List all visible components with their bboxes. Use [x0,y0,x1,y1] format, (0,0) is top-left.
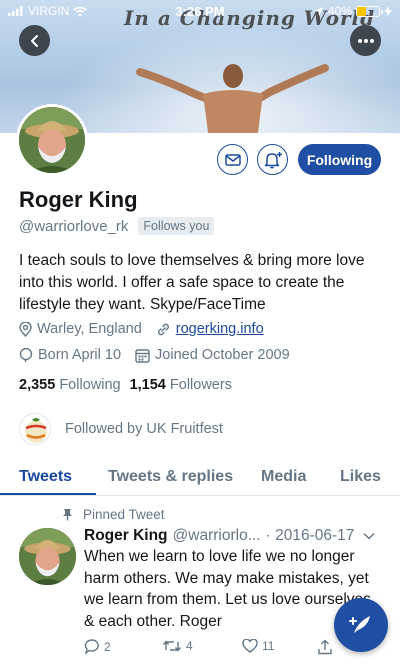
retweet-count: 4 [186,639,193,653]
profile-handle: @warriorlove_rk [19,217,129,235]
tab-tweets[interactable]: Tweets [19,468,72,486]
battery-icon [356,5,383,17]
followers-count: 1,154 [129,377,166,393]
tab-media[interactable]: Media [261,468,306,486]
profile-bio: I teach souls to love themselves & bring… [19,252,365,313]
like-count: 11 [262,639,275,653]
like-button[interactable]: 11 [242,639,274,653]
tab-likes[interactable]: Likes [340,468,381,486]
tweet-avatar[interactable] [19,528,76,585]
envelope-icon [224,153,241,166]
chevron-down-icon[interactable] [363,532,375,540]
following-count-link[interactable]: 2,355 Following [19,377,121,393]
clock: 3:26 PM [175,3,225,19]
followed-by-row[interactable]: Followed by UK Fruitfest [19,413,223,445]
following-count: 2,355 [19,377,56,393]
more-button[interactable] [350,25,381,56]
battery-fill [357,6,366,16]
pinned-tweet-label: Pinned Tweet [83,507,165,522]
profile-tabs: Tweets Tweets & replies Media Likes [0,458,400,496]
share-icon [318,639,332,655]
tweet-date: · 2016-06-17 [265,527,355,544]
meta-row-location: Warley, England rogerking.info [19,321,264,337]
balloon-icon [19,347,33,362]
tab-tweets-replies[interactable]: Tweets & replies [108,468,233,486]
followed-by-text: Followed by UK Fruitfest [65,421,223,437]
website-link[interactable]: rogerking.info [176,321,264,337]
profile-avatar[interactable] [16,104,88,176]
birthday-text: Born April 10 [38,347,122,363]
fruitfest-logo-graphic [25,418,47,443]
reply-button[interactable]: 2 [84,639,111,654]
back-button[interactable] [19,25,50,56]
location-pin-icon [19,321,32,337]
calendar-icon [135,348,150,363]
tweet-handle: @warriorlo... [172,527,261,544]
compose-tweet-button[interactable] [334,598,388,652]
share-button[interactable] [317,639,333,655]
location-text: Warley, England [37,321,142,337]
more-icon [357,38,374,43]
tweet-author[interactable]: Roger King [84,527,168,545]
banner-figure [136,64,329,133]
following-button[interactable]: Following [298,144,381,175]
profile-name: Roger King [19,187,138,212]
followers-label: Followers [169,377,232,393]
follows-you-badge: Follows you [138,217,215,235]
message-button[interactable] [217,144,248,175]
notifications-button[interactable] [257,144,288,175]
tweet-avatar-portrait [19,528,76,585]
feather-icon [349,616,370,633]
pin-icon [63,509,72,521]
fruitfest-logo [19,413,51,445]
avatar-image [19,107,85,173]
reply-count: 2 [104,639,111,654]
meta-row-dates: Born April 10 Joined October 2009 [19,347,290,363]
status-bar: VIRGIN 3:26 PM 40% [0,0,400,22]
link-icon [157,323,169,335]
heart-icon [242,639,258,653]
bell-plus-icon [264,151,282,168]
retweet-button[interactable]: 4 [162,639,193,653]
reply-icon [84,639,99,654]
followers-count-link[interactable]: 1,154 Followers [130,377,232,393]
active-tab-indicator [0,493,96,495]
handle-row: @warriorlove_rk Follows you [19,217,215,235]
following-label: Following [59,377,121,393]
back-arrow-icon [30,34,38,47]
follow-counts: 2,355 Following 1,154 Followers [19,377,232,393]
pinned-label-row: Pinned Tweet [62,507,165,522]
joined-text: Joined October 2009 [155,347,290,363]
tweet-header: Roger King @warriorlo... · 2016-06-17 [84,527,384,545]
retweet-icon [162,640,182,652]
avatar-portrait [19,107,85,173]
